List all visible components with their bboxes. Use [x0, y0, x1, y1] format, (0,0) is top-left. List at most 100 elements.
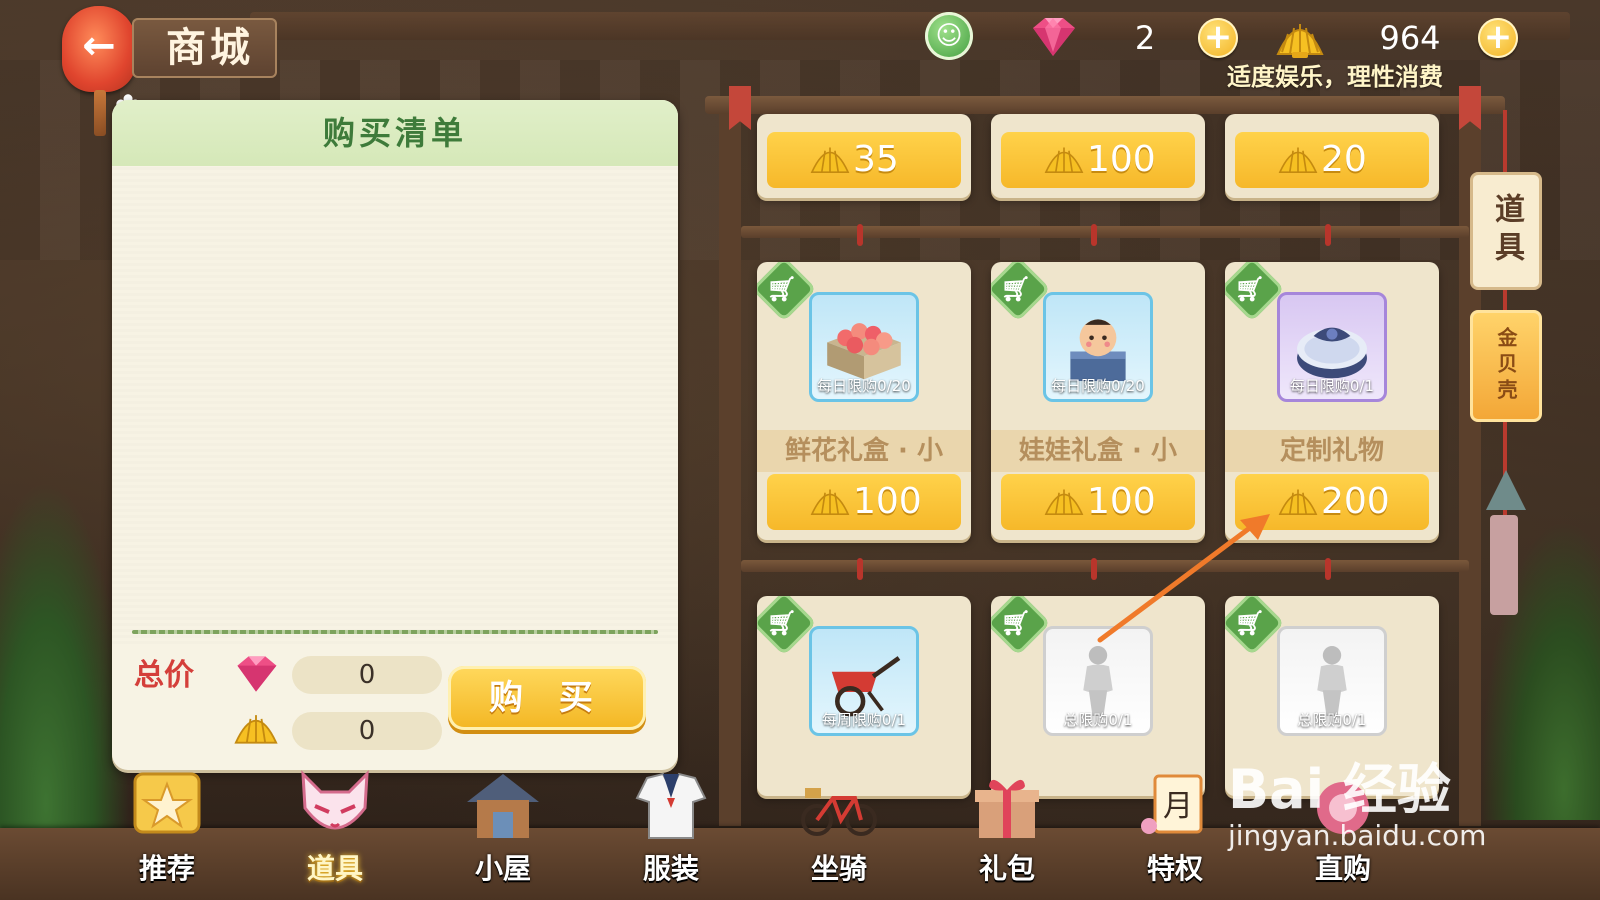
- month-card-icon: 月: [1141, 774, 1203, 834]
- nav-tab-items[interactable]: 道具: [280, 768, 390, 898]
- purchase-limit: 每日限购0/20: [817, 377, 911, 395]
- purchase-list-area[interactable]: [112, 166, 678, 644]
- nav-label: 推荐: [138, 852, 195, 885]
- nav-tab-house[interactable]: 小屋: [448, 768, 558, 898]
- annotation-arrow: [1097, 514, 1270, 643]
- total-price-label: 总价: [134, 658, 194, 693]
- nav-label: 特权: [1146, 852, 1203, 885]
- nav-tab-clothing[interactable]: 服装: [616, 768, 726, 898]
- baidu-watermark: Bai 经验 jingyan.baidu.com: [1228, 760, 1518, 860]
- item-image: 每日限购0/1: [1277, 292, 1387, 402]
- lantern-tassel: [94, 90, 106, 136]
- nav-label: 坐骑: [810, 852, 867, 885]
- item-card-custom-gift[interactable]: 🛒︎ 每日限购0/1 定制礼物 200: [1225, 262, 1439, 540]
- gift-box-icon: [975, 779, 1039, 838]
- watermark-logo: Bai 经验: [1228, 758, 1451, 821]
- side-tab-items[interactable]: 道具: [1470, 172, 1542, 290]
- item-image: 每周限购0/1: [809, 626, 919, 736]
- gold-shell-icon: [810, 147, 850, 173]
- gold-shell-icon: [1044, 147, 1084, 173]
- watermark-url: jingyan.baidu.com: [1228, 819, 1487, 852]
- card-pin: [857, 224, 863, 246]
- item-image: 每日限购0/20: [809, 292, 919, 402]
- side-tab-gold-shells[interactable]: 金贝壳: [1470, 310, 1542, 422]
- customer-service-icon[interactable]: ☺: [925, 12, 973, 60]
- item-card-flower-box[interactable]: 🛒︎ 每日限购0/20 鲜花礼盒 · 小 100: [757, 262, 971, 540]
- svg-text:月: 月: [1163, 789, 1193, 824]
- item-shelf: 35 100 20 🛒︎ 每日限购0/20 鲜花礼盒 · 小 100 🛒︎ 每日…: [705, 86, 1505, 826]
- item-image: 每日限购0/20: [1043, 292, 1153, 402]
- item-card[interactable]: 35: [757, 114, 971, 198]
- gold-shell-icon: [1276, 24, 1324, 58]
- gold-shell-icon: [810, 489, 850, 515]
- gem-total: 0: [292, 656, 442, 694]
- gem-icon: [237, 656, 277, 692]
- item-price: 35: [853, 139, 899, 180]
- cart-icon[interactable]: 🛒︎: [999, 608, 1033, 638]
- wind-chime-paper: [1490, 515, 1518, 615]
- divider: [132, 630, 658, 634]
- purchase-limit: 每日限购0/1: [1289, 377, 1375, 395]
- cart-icon[interactable]: 🛒︎: [999, 274, 1033, 304]
- item-card-doll-box[interactable]: 🛒︎ 每日限购0/20 娃娃礼盒 · 小 100: [991, 262, 1205, 540]
- gold-shell-icon: [234, 715, 278, 744]
- shell-total: 0: [292, 712, 442, 750]
- item-price: 20: [1321, 139, 1367, 180]
- plant-decoration-left: [0, 480, 130, 840]
- nav-label: 小屋: [474, 852, 531, 885]
- star-icon: [133, 772, 201, 834]
- nav-label: 礼包: [978, 852, 1035, 885]
- top-bar: ← ✿ 商城 ☺ 2 + 964 + 适度娱乐，理性消费: [0, 0, 1600, 136]
- purchase-list-title: 购买清单: [322, 114, 467, 152]
- card-pin: [1325, 558, 1331, 580]
- add-gems-button[interactable]: +: [1198, 18, 1238, 58]
- nav-label: 服装: [642, 852, 699, 885]
- purchase-limit: 每日限购0/20: [1051, 377, 1145, 395]
- sailor-uniform-icon: [635, 772, 707, 839]
- gold-shell-icon: [1044, 489, 1084, 515]
- item-name: 定制礼物: [1225, 430, 1439, 472]
- house-icon: [467, 774, 539, 838]
- item-price: 100: [1087, 139, 1156, 180]
- item-image: 总限购0/1: [1277, 626, 1387, 736]
- card-pin: [1325, 224, 1331, 246]
- price-bar: 100: [767, 474, 961, 530]
- gold-shell-icon: [1278, 147, 1318, 173]
- purchase-list-panel: 购买清单 总价 0 0 购 买: [112, 100, 678, 770]
- side-tab-shells-label: 金贝壳: [1494, 327, 1518, 405]
- moderation-notice: 适度娱乐，理性消费: [1227, 63, 1443, 91]
- item-name: 娃娃礼盒 · 小: [991, 430, 1205, 472]
- back-arrow-icon[interactable]: ←: [74, 26, 124, 66]
- shelf-beam: [741, 226, 1469, 238]
- page-title: 商城: [166, 25, 254, 71]
- purchase-limit: 每周限购0/1: [821, 711, 907, 729]
- card-pin: [1091, 224, 1097, 246]
- nav-tab-gift-packs[interactable]: 礼包: [952, 768, 1062, 898]
- gold-shell-icon: [1278, 489, 1318, 515]
- cart-icon[interactable]: 🛒︎: [765, 608, 799, 638]
- cart-icon[interactable]: 🛒︎: [1233, 274, 1267, 304]
- purchase-limit: 总限购0/1: [1063, 711, 1133, 729]
- buy-button[interactable]: 购 买: [448, 666, 646, 730]
- item-card-wheelbarrow[interactable]: 🛒︎ 每周限购0/1: [757, 596, 971, 796]
- price-bar: 35: [767, 132, 961, 188]
- nav-tab-mounts[interactable]: 坐骑: [784, 768, 894, 898]
- price-bar: 100: [1001, 132, 1195, 188]
- side-tab-items-label: 道具: [1489, 193, 1524, 269]
- item-card[interactable]: 20: [1225, 114, 1439, 198]
- item-name: 鲜花礼盒 · 小: [757, 430, 971, 472]
- fox-mask-icon: [301, 770, 369, 830]
- bicycle-icon: [801, 788, 877, 836]
- shelf-top-beam: [705, 96, 1505, 114]
- nav-tab-privileges[interactable]: 月 特权: [1120, 768, 1230, 898]
- nav-label: 道具: [306, 852, 363, 885]
- gem-balance: 2: [1134, 19, 1156, 57]
- nav-tab-recommend[interactable]: 推荐: [112, 768, 222, 898]
- item-price: 100: [853, 481, 922, 522]
- item-card[interactable]: 100: [991, 114, 1205, 198]
- shell-balance: 964: [1379, 19, 1441, 57]
- add-shells-button[interactable]: +: [1478, 18, 1518, 58]
- item-price: 200: [1321, 481, 1390, 522]
- cart-icon[interactable]: 🛒︎: [765, 274, 799, 304]
- gem-icon: [1033, 18, 1075, 56]
